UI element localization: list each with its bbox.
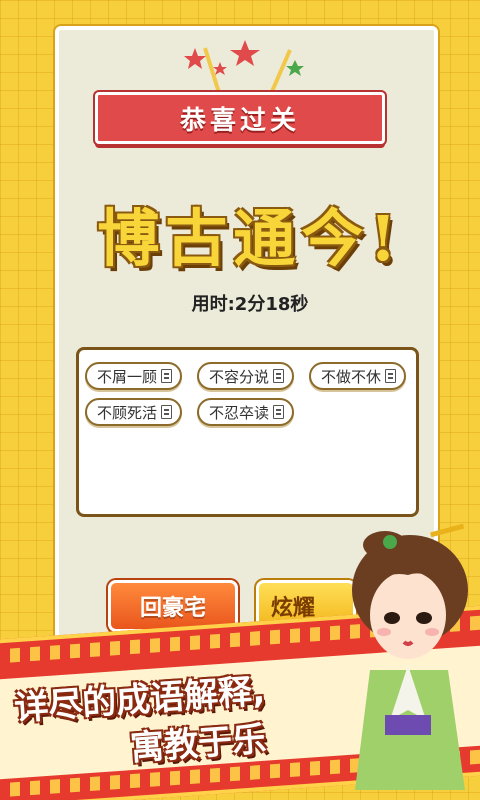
level-complete-ribbon: 恭喜过关 <box>95 92 385 144</box>
idiom-chip[interactable]: 不做不休 <box>309 362 407 390</box>
document-icon <box>161 369 173 383</box>
idiom-label: 不屑一顾 <box>97 367 158 386</box>
celebration-stars-icon <box>184 40 304 97</box>
document-icon <box>273 405 285 419</box>
idiom-label: 不做不休 <box>321 367 382 386</box>
idiom-label: 不顾死活 <box>97 403 158 422</box>
document-icon <box>161 405 173 419</box>
idiom-label: 不忍卒读 <box>209 403 270 422</box>
ribbon-title: 恭喜过关 <box>179 105 300 136</box>
document-icon <box>273 369 285 383</box>
result-headline: 博古通今! <box>97 202 403 275</box>
document-icon <box>385 369 397 383</box>
idiom-chip[interactable]: 不屑一顾 <box>85 362 183 390</box>
idiom-chip[interactable]: 不忍卒读 <box>197 398 295 426</box>
idiom-chip[interactable]: 不顾死活 <box>85 398 183 426</box>
idiom-label: 不容分说 <box>209 367 270 386</box>
promo-slogan-line2: 寓教于乐 <box>129 719 268 769</box>
character-illustration <box>352 523 468 790</box>
idiom-list: 不屑一顾 不容分说 不做不休 不顾死活 不忍卒读 <box>76 347 419 517</box>
idiom-chip[interactable]: 不容分说 <box>197 362 295 390</box>
elapsed-time: 用时:2分18秒 <box>191 294 309 315</box>
